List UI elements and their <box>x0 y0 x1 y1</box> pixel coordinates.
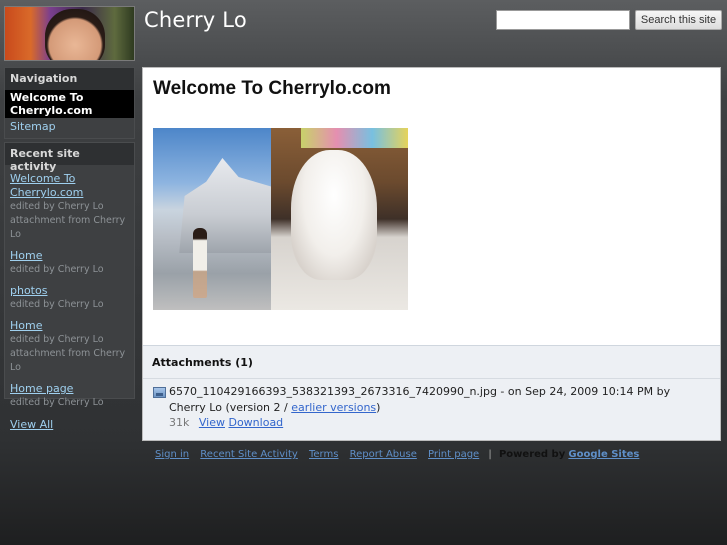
navigation-panel: Navigation Welcome To Cherrylo.com Sitem… <box>4 67 135 139</box>
earlier-versions-link[interactable]: earlier versions <box>291 401 376 414</box>
attachments-section: Attachments (1) 6570_110429166393_538321… <box>143 345 720 440</box>
terms-link[interactable]: Terms <box>309 449 338 460</box>
activity-link[interactable]: Home page <box>10 382 129 396</box>
google-sites-link[interactable]: Google Sites <box>568 449 639 460</box>
photo-dog <box>291 150 377 280</box>
attachment-description: 6570_110429166393_538321393_2673316_7420… <box>169 384 689 416</box>
file-size: 31k <box>169 416 190 429</box>
download-link[interactable]: Download <box>228 416 283 429</box>
attachment-info: 6570_110429166393_538321393_2673316_7420… <box>169 385 671 414</box>
main-content: Welcome To Cherrylo.com Attachments (1) … <box>142 67 721 441</box>
divider <box>143 378 720 379</box>
activity-meta: edited by Cherry Lo <box>10 299 104 310</box>
site-avatar <box>4 6 135 61</box>
view-link[interactable]: View <box>199 416 225 429</box>
activity-meta: edited by Cherry Lo <box>10 264 104 275</box>
activity-link[interactable]: photos <box>10 284 129 298</box>
print-page-link[interactable]: Print page <box>428 449 479 460</box>
recent-activity-panel: Recent site activity Welcome To Cherrylo… <box>4 142 135 431</box>
site-title[interactable]: Cherry Lo <box>144 8 247 32</box>
photo-person <box>193 228 207 298</box>
activity-item: Home edited by Cherry Lo <box>5 249 134 277</box>
activity-item: Home edited by Cherry Lo attachment from… <box>5 319 134 375</box>
nav-item-current[interactable]: Welcome To Cherrylo.com <box>5 90 134 118</box>
photo-ship-scene <box>153 128 271 310</box>
activity-item: Welcome To Cherrylo.com edited by Cherry… <box>5 172 134 242</box>
search-button[interactable]: Search this site <box>635 10 722 30</box>
activity-meta: edited by Cherry Lo <box>10 397 104 408</box>
footer-separator: | <box>488 449 492 460</box>
sign-in-link[interactable]: Sign in <box>155 449 189 460</box>
activity-item: photos edited by Cherry Lo <box>5 284 134 312</box>
image-file-icon <box>153 387 166 398</box>
recent-site-activity-link[interactable]: Recent Site Activity <box>200 449 298 460</box>
footer: Sign in Recent Site Activity Terms Repor… <box>155 449 639 460</box>
activity-meta: edited by Cherry Lo <box>10 334 104 345</box>
attachments-heading: Attachments (1) <box>152 356 253 369</box>
navigation-heading: Navigation <box>5 68 134 90</box>
search-input[interactable] <box>496 10 630 30</box>
attachment-info-end: ) <box>376 401 381 414</box>
page-photo[interactable] <box>153 128 408 310</box>
avatar-face <box>45 9 105 60</box>
powered-by-label: Powered by <box>498 449 566 460</box>
activity-link[interactable]: Home <box>10 319 129 333</box>
photo-dog-scene <box>271 128 408 310</box>
activity-meta: attachment from Cherry Lo <box>10 215 126 240</box>
activity-link[interactable]: Welcome To Cherrylo.com <box>10 172 129 200</box>
report-abuse-link[interactable]: Report Abuse <box>350 449 417 460</box>
recent-activity-heading: Recent site activity <box>5 143 134 173</box>
view-all-link[interactable]: View All <box>5 410 134 431</box>
photo-toys <box>301 128 408 148</box>
attachment-actions: 31k View Download <box>169 416 283 429</box>
activity-item: Home page edited by Cherry Lo <box>5 382 134 410</box>
page-title: Welcome To Cherrylo.com <box>153 78 391 99</box>
nav-item-sitemap[interactable]: Sitemap <box>5 118 134 135</box>
activity-link[interactable]: Home <box>10 249 129 263</box>
activity-meta: edited by Cherry Lo <box>10 201 104 212</box>
activity-meta: attachment from Cherry Lo <box>10 348 126 373</box>
photo-ship <box>179 158 271 253</box>
